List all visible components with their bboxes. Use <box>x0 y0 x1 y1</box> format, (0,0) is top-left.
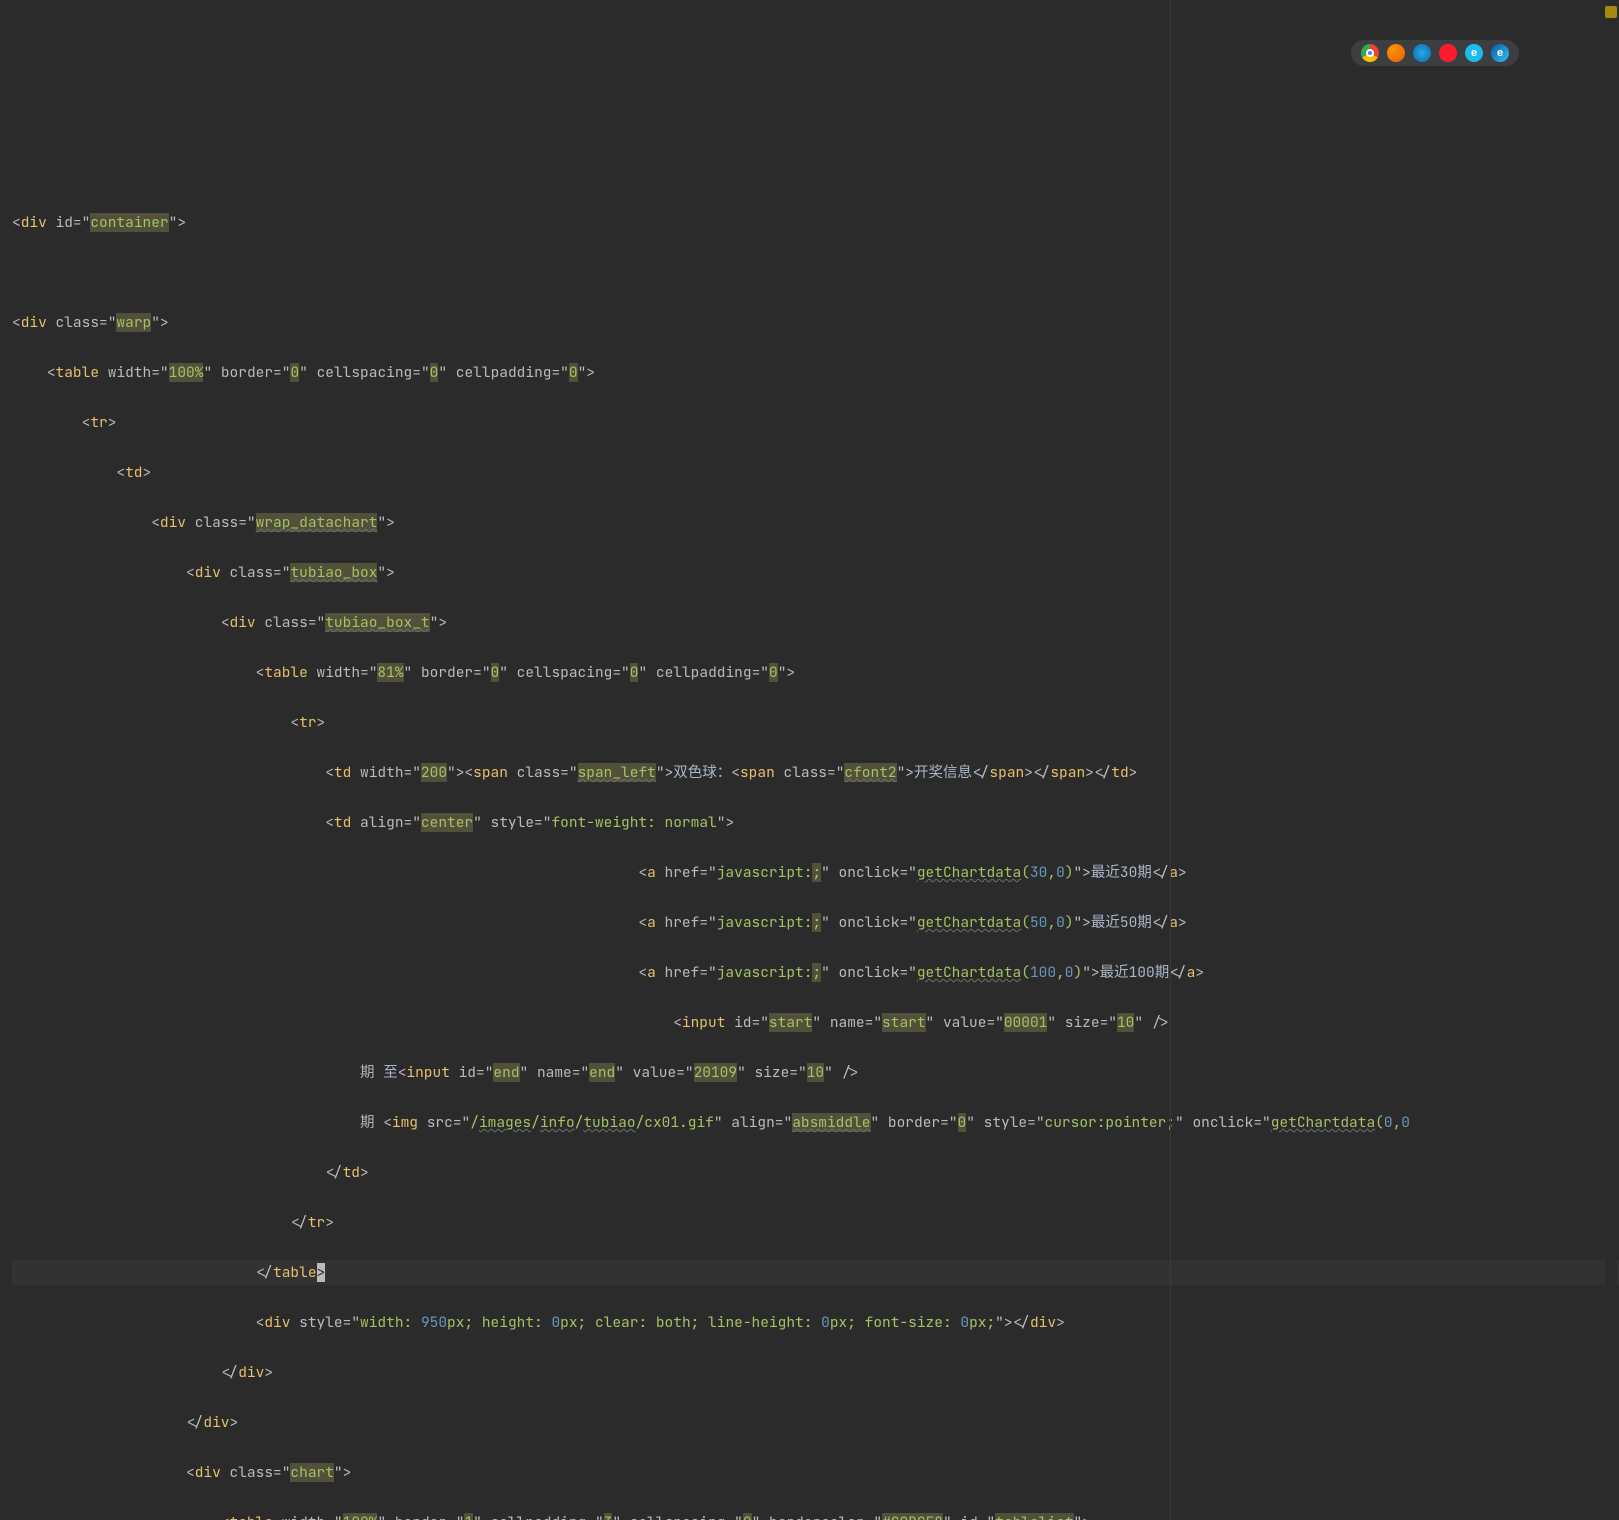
code-line[interactable]: </tr> <box>12 1210 1619 1235</box>
code-line[interactable]: </div> <box>12 1410 1619 1435</box>
edge-icon[interactable]: e <box>1491 44 1509 62</box>
chrome-icon[interactable] <box>1361 44 1379 62</box>
code-line[interactable]: <td width="200"><span class="span_left">… <box>12 760 1619 785</box>
code-line[interactable]: <div class="warp"> <box>12 310 1619 335</box>
code-line[interactable] <box>12 260 1619 285</box>
code-line[interactable]: </div> <box>12 1360 1619 1385</box>
code-line[interactable]: <td> <box>12 460 1619 485</box>
code-line[interactable]: <a href="javascript:;" onclick="getChart… <box>12 910 1619 935</box>
code-line[interactable]: <table width="81%" border="0" cellspacin… <box>12 660 1619 685</box>
code-line[interactable]: <div class="wrap_datachart"> <box>12 510 1619 535</box>
code-line[interactable]: <div id="container"> <box>12 210 1619 235</box>
code-line[interactable]: 期 <img src="/images/info/tubiao/cx01.gif… <box>12 1110 1619 1135</box>
code-editor[interactable]: e e <div id="container"> <div class="war… <box>0 0 1619 1520</box>
code-line[interactable]: <td align="center" style="font-weight: n… <box>12 810 1619 835</box>
ie-icon[interactable]: e <box>1465 44 1483 62</box>
code-line[interactable]: <tr> <box>12 410 1619 435</box>
code-line[interactable]: <div style="width: 950px; height: 0px; c… <box>12 1310 1619 1335</box>
code-line[interactable]: <a href="javascript:;" onclick="getChart… <box>12 860 1619 885</box>
browser-preview-icons[interactable]: e e <box>1351 40 1519 66</box>
scrollbar-marker <box>1605 6 1617 18</box>
opera-icon[interactable] <box>1439 44 1457 62</box>
code-line[interactable] <box>12 160 1619 185</box>
code-line[interactable]: 期 至<input id="end" name="end" value="201… <box>12 1060 1619 1085</box>
safari-icon[interactable] <box>1413 44 1431 62</box>
code-line[interactable]: <a href="javascript:;" onclick="getChart… <box>12 960 1619 985</box>
code-line[interactable]: <div class="tubiao_box_t"> <box>12 610 1619 635</box>
code-line-current[interactable]: </table> <box>12 1260 1619 1285</box>
scrollbar[interactable] <box>1605 0 1617 1520</box>
code-line[interactable]: </td> <box>12 1160 1619 1185</box>
code-line[interactable]: <input id="start" name="start" value="00… <box>12 1010 1619 1035</box>
code-line[interactable]: <table width="100%" border="0" cellspaci… <box>12 360 1619 385</box>
code-line[interactable]: <tr> <box>12 710 1619 735</box>
code-line[interactable]: <div class="tubiao_box"> <box>12 560 1619 585</box>
code-line[interactable]: <table width="100%" border="1" cellpaddi… <box>12 1510 1619 1520</box>
right-margin-guide <box>1170 0 1171 1520</box>
firefox-icon[interactable] <box>1387 44 1405 62</box>
code-line[interactable]: <div class="chart"> <box>12 1460 1619 1485</box>
